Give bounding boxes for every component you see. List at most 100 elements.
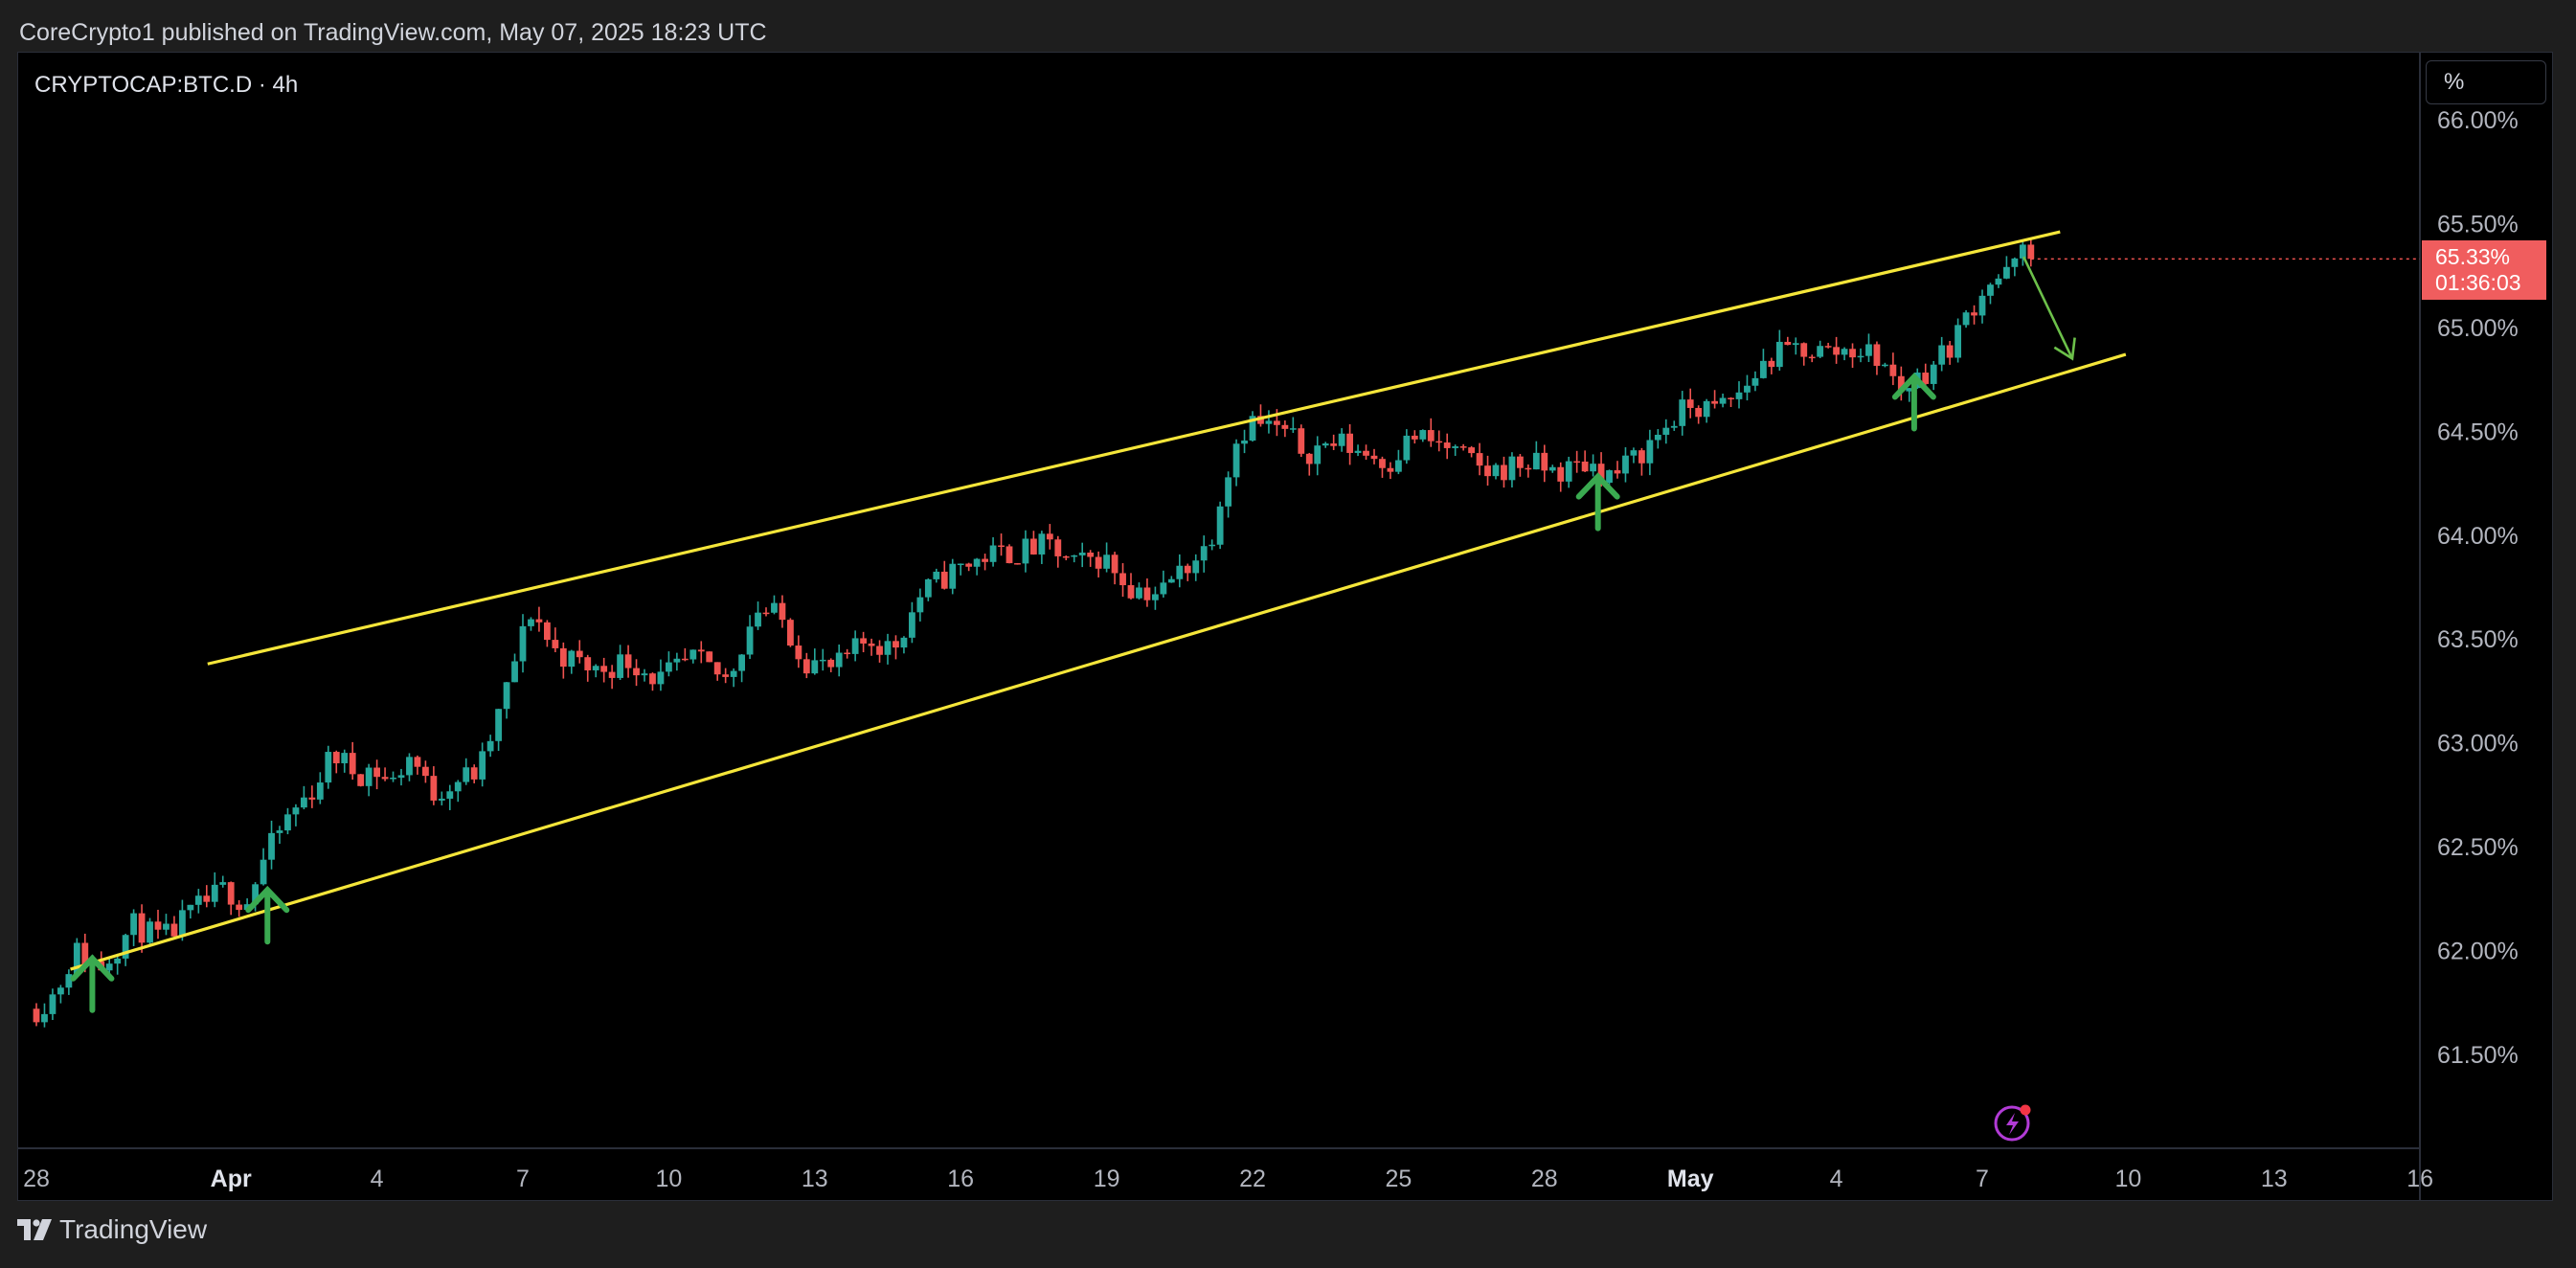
candle-body <box>771 602 778 613</box>
candle-body <box>1857 355 1864 358</box>
candle-body <box>884 641 892 655</box>
candle-body <box>41 1013 48 1023</box>
x-tick-label: 16 <box>2407 1166 2433 1192</box>
candle-body <box>260 859 267 885</box>
candle-body <box>1363 450 1369 456</box>
candle-body <box>1346 433 1353 453</box>
candle-body <box>844 652 851 655</box>
up-arrow-marker[interactable] <box>1575 472 1620 532</box>
chart-panel[interactable]: 66.00% 65.50% 65.00% 64.50% 64.00% 63.50% 63.0… <box>17 52 2553 1201</box>
y-tick-label: 65.50% <box>2437 211 2519 238</box>
candle-body <box>57 987 64 995</box>
candle-body <box>1775 341 1783 368</box>
candle-body <box>316 782 324 800</box>
candle-body <box>600 666 608 672</box>
candle-body <box>1744 385 1751 393</box>
candle-body <box>1882 364 1888 367</box>
candle-body <box>495 709 502 741</box>
candle-body <box>2027 244 2035 260</box>
candle-body <box>1889 364 1897 376</box>
x-tick-label: 28 <box>1531 1166 1558 1192</box>
x-tick-label: May <box>1667 1166 1714 1192</box>
candle-body <box>795 645 802 660</box>
candle-body <box>989 545 997 562</box>
candle-body <box>1630 450 1638 456</box>
candle-body <box>486 740 494 752</box>
candle-body <box>1938 345 1946 365</box>
candle-body <box>1274 420 1280 425</box>
candle-body <box>1167 578 1175 583</box>
candle-body <box>276 830 283 833</box>
scale-mode-button[interactable]: % <box>2426 60 2546 104</box>
candle-body <box>544 622 551 641</box>
candle-body <box>130 913 137 936</box>
x-tick-label: 10 <box>2114 1166 2141 1192</box>
candle-body <box>1192 560 1200 574</box>
candle-body <box>503 682 510 710</box>
lightning-icon <box>2006 1113 2019 1135</box>
candle-body <box>1817 346 1824 357</box>
candle-body <box>341 753 349 763</box>
candle-body <box>738 654 745 671</box>
trend-line[interactable] <box>70 352 2127 971</box>
candle-body <box>1062 555 1070 558</box>
candle-body <box>576 650 583 658</box>
candle-body <box>819 659 826 662</box>
candle-body <box>1670 425 1678 428</box>
symbol-label[interactable]: CRYPTOCAP:BTC.D · 4h <box>34 72 298 99</box>
candle-body <box>1046 533 1053 540</box>
candle-body <box>1484 465 1491 477</box>
tradingview-logo-icon <box>17 1219 52 1240</box>
candle-body <box>1995 278 2002 285</box>
candle-body <box>1735 392 1743 399</box>
y-tick-label: 62.00% <box>2437 939 2519 965</box>
candle-body <box>397 775 405 779</box>
candle-body <box>381 777 389 780</box>
trend-line[interactable] <box>207 230 2061 666</box>
x-tick-label: 10 <box>655 1166 682 1192</box>
candle-body <box>114 958 122 964</box>
candle-body <box>617 654 623 678</box>
tradingview-logo[interactable]: TradingView <box>17 1214 207 1245</box>
candle-body <box>519 625 527 662</box>
candle-body <box>1955 325 1961 358</box>
candle-body <box>755 612 761 627</box>
projection-arrow[interactable] <box>2022 256 2074 359</box>
candle-body <box>697 649 705 652</box>
candle-body <box>1646 440 1654 464</box>
candle-body <box>1930 364 1937 384</box>
candle-body <box>1808 356 1816 359</box>
candle-body <box>957 563 964 566</box>
candle-body <box>1784 341 1792 346</box>
candle-body <box>1289 428 1297 430</box>
candle-body <box>949 563 957 589</box>
price-chart[interactable]: 66.00% 65.50% 65.00% 64.50% 64.00% 63.50% 63.0… <box>18 53 2552 1200</box>
candle-body <box>1411 435 1418 440</box>
candle-body <box>1298 428 1305 454</box>
candle-body <box>1314 445 1322 464</box>
candle-body <box>762 612 770 615</box>
y-tick-label: 64.50% <box>2437 419 2519 445</box>
candle-body <box>1225 477 1232 507</box>
candle-body <box>528 619 534 626</box>
y-tick-label: 62.50% <box>2437 834 2519 861</box>
candle-body <box>406 757 413 776</box>
candle-body <box>163 923 169 930</box>
candle-body <box>203 895 211 902</box>
y-tick-label: 63.00% <box>2437 731 2519 758</box>
candle-body <box>552 640 559 648</box>
candle-body <box>835 652 843 668</box>
candle-body <box>535 619 543 623</box>
candle-body <box>1443 442 1451 448</box>
candle-body <box>1573 461 1581 464</box>
candle-body <box>1638 450 1645 464</box>
candle-body <box>454 781 462 792</box>
candle-body <box>138 913 146 943</box>
candle-body <box>584 657 592 670</box>
candle-body <box>1038 533 1046 555</box>
candle-body <box>33 1008 40 1023</box>
candle-body <box>390 778 396 780</box>
tradingview-logo-text: TradingView <box>59 1214 208 1244</box>
candle-body <box>430 776 438 801</box>
x-tick-label: 19 <box>1094 1166 1120 1192</box>
